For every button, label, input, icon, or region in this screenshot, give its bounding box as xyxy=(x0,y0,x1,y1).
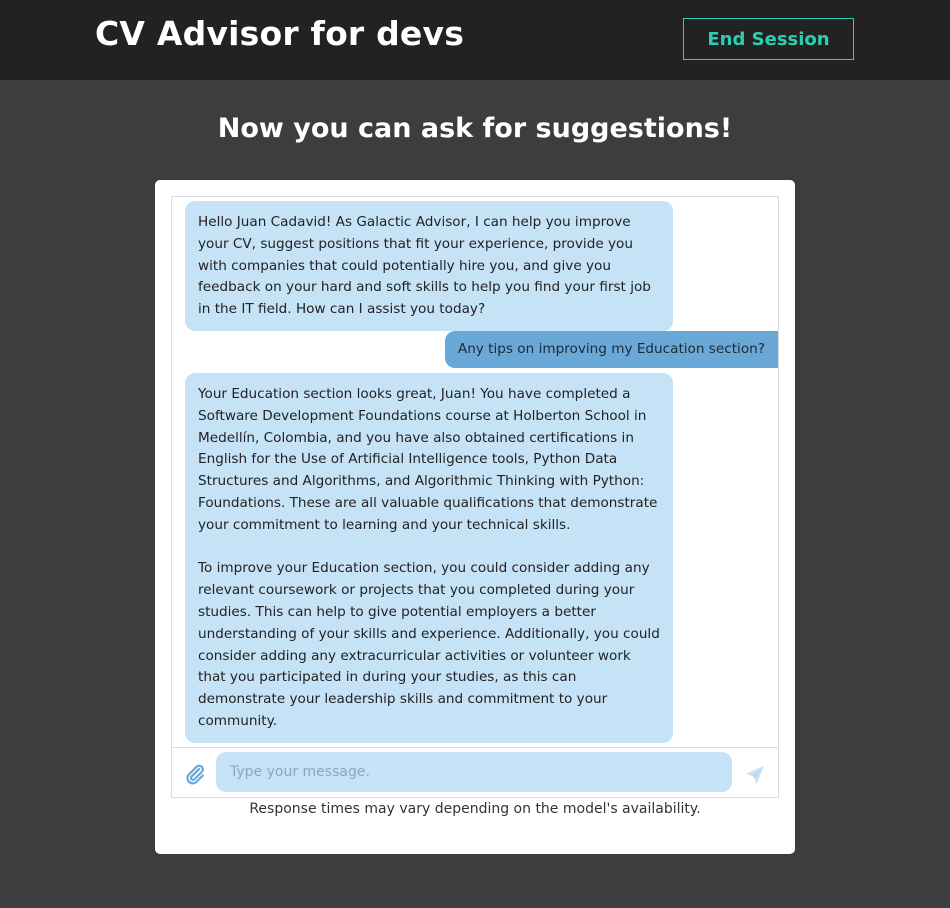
chat-card: Hello Juan Cadavid! As Galactic Advisor,… xyxy=(155,180,795,854)
user-message: Any tips on improving my Education secti… xyxy=(444,331,778,368)
assistant-message: Your Education section looks great, Juan… xyxy=(185,373,673,743)
chat-window: Hello Juan Cadavid! As Galactic Advisor,… xyxy=(171,196,779,798)
response-time-note: Response times may vary depending on the… xyxy=(249,801,701,817)
message-paragraph: Your Education section looks great, Juan… xyxy=(198,386,658,533)
send-icon[interactable] xyxy=(744,764,766,786)
paperclip-icon[interactable] xyxy=(184,763,206,785)
message-paragraph: To improve your Education section, you c… xyxy=(198,560,660,729)
top-bar: CV Advisor for devs End Session xyxy=(0,0,950,80)
page-heading: Now you can ask for suggestions! xyxy=(217,113,733,144)
end-session-button[interactable]: End Session xyxy=(683,18,854,60)
message-list[interactable]: Hello Juan Cadavid! As Galactic Advisor,… xyxy=(172,197,778,747)
message-input[interactable] xyxy=(216,752,732,792)
assistant-message: Hello Juan Cadavid! As Galactic Advisor,… xyxy=(185,201,673,331)
app-title: CV Advisor for devs xyxy=(95,14,465,53)
message-paragraph: Hello Juan Cadavid! As Galactic Advisor,… xyxy=(198,214,651,318)
message-composer xyxy=(172,747,778,798)
